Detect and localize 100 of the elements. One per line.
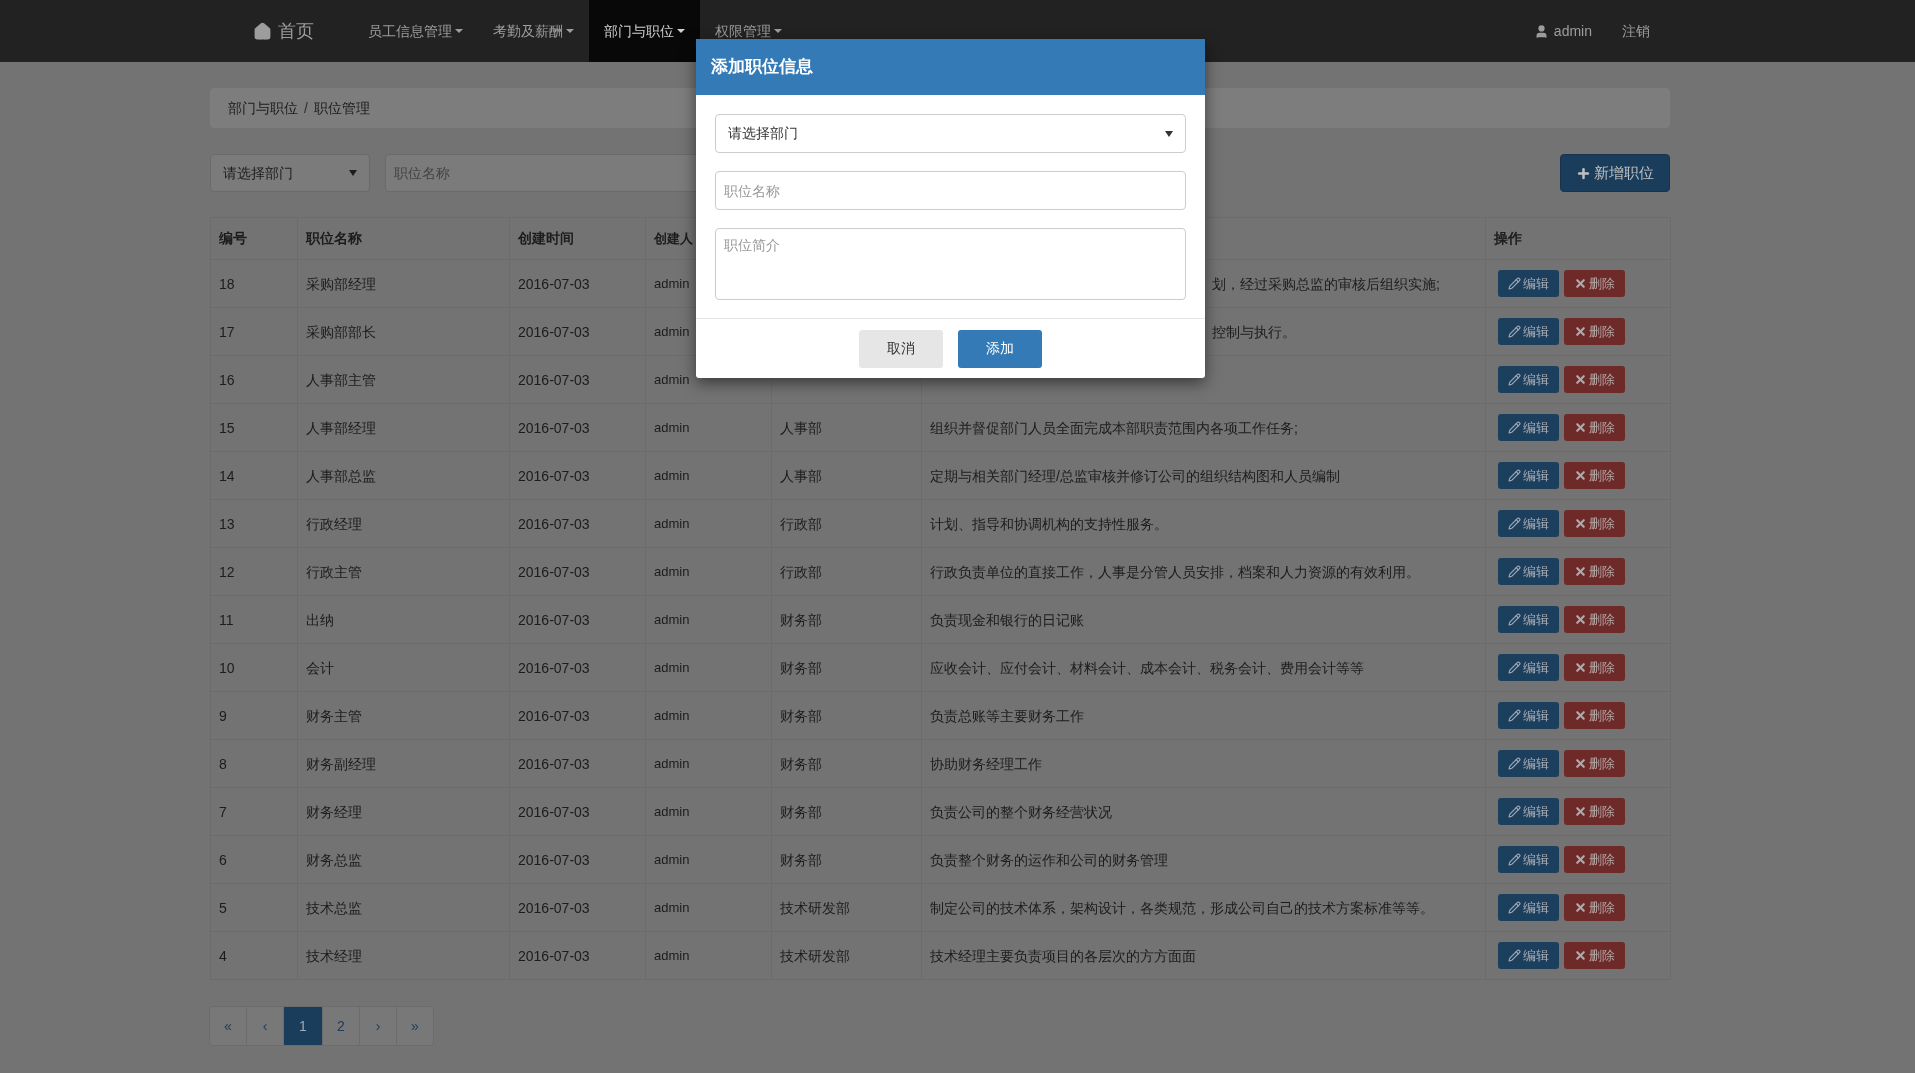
edit-button[interactable]: 编辑 [1498,606,1559,633]
edit-button[interactable]: 编辑 [1498,414,1559,441]
table-cell: 人事部经理 [306,419,376,436]
edit-button[interactable]: 编辑 [1498,270,1559,297]
delete-button[interactable]: 删除 [1564,942,1625,969]
edit-button[interactable]: 编辑 [1498,510,1559,537]
pencil-icon [1508,421,1521,434]
add-position-button[interactable]: 新增职位 [1560,154,1670,192]
pencil-icon [1508,661,1521,674]
column-header: 职位名称 [306,230,362,246]
table-cell: 8 [219,755,227,772]
position-description-field[interactable]: 职位简介 [715,228,1186,300]
edit-button[interactable]: 编辑 [1498,846,1559,873]
table-cell: 2016-07-03 [518,419,590,436]
delete-button[interactable]: 删除 [1564,894,1625,921]
delete-button[interactable]: 删除 [1564,654,1625,681]
nav-link[interactable]: 首页 [238,0,329,62]
logout-link[interactable]: 注销 [1607,0,1665,62]
table-cell: admin [654,564,690,579]
edit-button[interactable]: 编辑 [1498,366,1559,393]
table-cell: 负责整个财务的运作和公司的财务管理 [930,851,1168,868]
table-cell: 出纳 [306,611,334,628]
table-cell: admin [654,900,690,915]
table-cell: 人事部总监 [306,467,376,484]
table-cell: 技术研发部 [780,899,850,916]
delete-button[interactable]: 删除 [1564,750,1625,777]
table-cell: 2016-07-03 [518,611,590,628]
close-icon [1574,805,1587,818]
close-icon [1574,277,1587,290]
table-cell: 行政负责单位的直接工作，人事是分管人员安排，档案和人力资源的有效利用。 [930,563,1420,580]
edit-button[interactable]: 编辑 [1498,942,1559,969]
nav-link[interactable]: 考勤及薪酬 [478,0,589,62]
page-link[interactable]: » [396,1006,434,1046]
user-link[interactable]: admin [1518,0,1607,62]
delete-button[interactable]: 删除 [1564,702,1625,729]
cancel-button[interactable]: 取消 [859,329,943,368]
table-cell: admin [654,420,690,435]
table-cell: admin [654,324,690,339]
caret-icon [774,29,782,33]
delete-button[interactable]: 删除 [1564,366,1625,393]
home-icon [253,21,272,41]
table-cell: 17 [219,323,235,340]
table-cell: 采购部经理 [306,275,376,292]
delete-button[interactable]: 删除 [1564,798,1625,825]
table-cell: 划，经过采购总监的审核后组织实施; [1212,275,1440,292]
page-link[interactable]: 1 [283,1006,323,1046]
table-cell: 行政主管 [306,563,362,580]
table-cell: 2016-07-03 [518,371,590,388]
column-header: 操作 [1494,230,1522,246]
table-cell: admin [654,708,690,723]
pencil-icon [1508,325,1521,338]
delete-button[interactable]: 删除 [1564,270,1625,297]
delete-button[interactable]: 删除 [1564,414,1625,441]
delete-button[interactable]: 删除 [1564,318,1625,345]
edit-button[interactable]: 编辑 [1498,702,1559,729]
table-cell: 会计 [306,659,334,676]
pencil-icon [1508,757,1521,770]
edit-button[interactable]: 编辑 [1498,654,1559,681]
edit-button[interactable]: 编辑 [1498,558,1559,585]
nav-link[interactable]: 部门与职位 [589,0,700,62]
table-cell: 15 [219,419,235,436]
close-icon [1574,613,1587,626]
delete-button[interactable]: 删除 [1564,846,1625,873]
page-link[interactable]: › [359,1006,397,1046]
nav-link[interactable]: 员工信息管理 [353,0,478,62]
edit-button[interactable]: 编辑 [1498,894,1559,921]
table-cell: 18 [219,275,235,292]
close-icon [1574,517,1587,530]
column-header: 创建时间 [518,230,574,246]
breadcrumb-item: 职位管理 [313,98,370,118]
department-select[interactable]: 请选择部门 [715,114,1186,153]
page-link[interactable]: « [209,1006,247,1046]
table-cell: 2016-07-03 [518,851,590,868]
table-cell: 人事部主管 [306,371,376,388]
edit-button[interactable]: 编辑 [1498,318,1559,345]
table-cell: 财务部 [780,707,822,724]
page-link[interactable]: ‹ [246,1006,284,1046]
table-cell: 2016-07-03 [518,803,590,820]
table-cell: admin [654,660,690,675]
delete-button[interactable]: 删除 [1564,606,1625,633]
page-link[interactable]: 2 [322,1006,360,1046]
breadcrumb-item[interactable]: 部门与职位 [228,97,298,119]
table-cell: 财务部 [780,851,822,868]
edit-button[interactable]: 编辑 [1498,798,1559,825]
department-select[interactable]: 请选择部门 [210,154,370,192]
add-button[interactable]: 添加 [958,329,1042,368]
delete-button[interactable]: 删除 [1564,558,1625,585]
table-cell: 财务部 [780,659,822,676]
table-cell: 2016-07-03 [518,275,590,292]
edit-button[interactable]: 编辑 [1498,750,1559,777]
pencil-icon [1508,901,1521,914]
table-cell: admin [654,948,690,963]
table-cell: 应收会计、应付会计、材料会计、成本会计、税务会计、费用会计等等 [930,659,1364,676]
delete-button[interactable]: 删除 [1564,462,1625,489]
delete-button[interactable]: 删除 [1564,510,1625,537]
dropdown-arrow-icon [1165,130,1173,137]
edit-button[interactable]: 编辑 [1498,462,1559,489]
table-cell: 财务总监 [306,851,362,868]
table-cell: 控制与执行。 [1212,323,1296,340]
column-header: 创建人 [654,231,693,246]
